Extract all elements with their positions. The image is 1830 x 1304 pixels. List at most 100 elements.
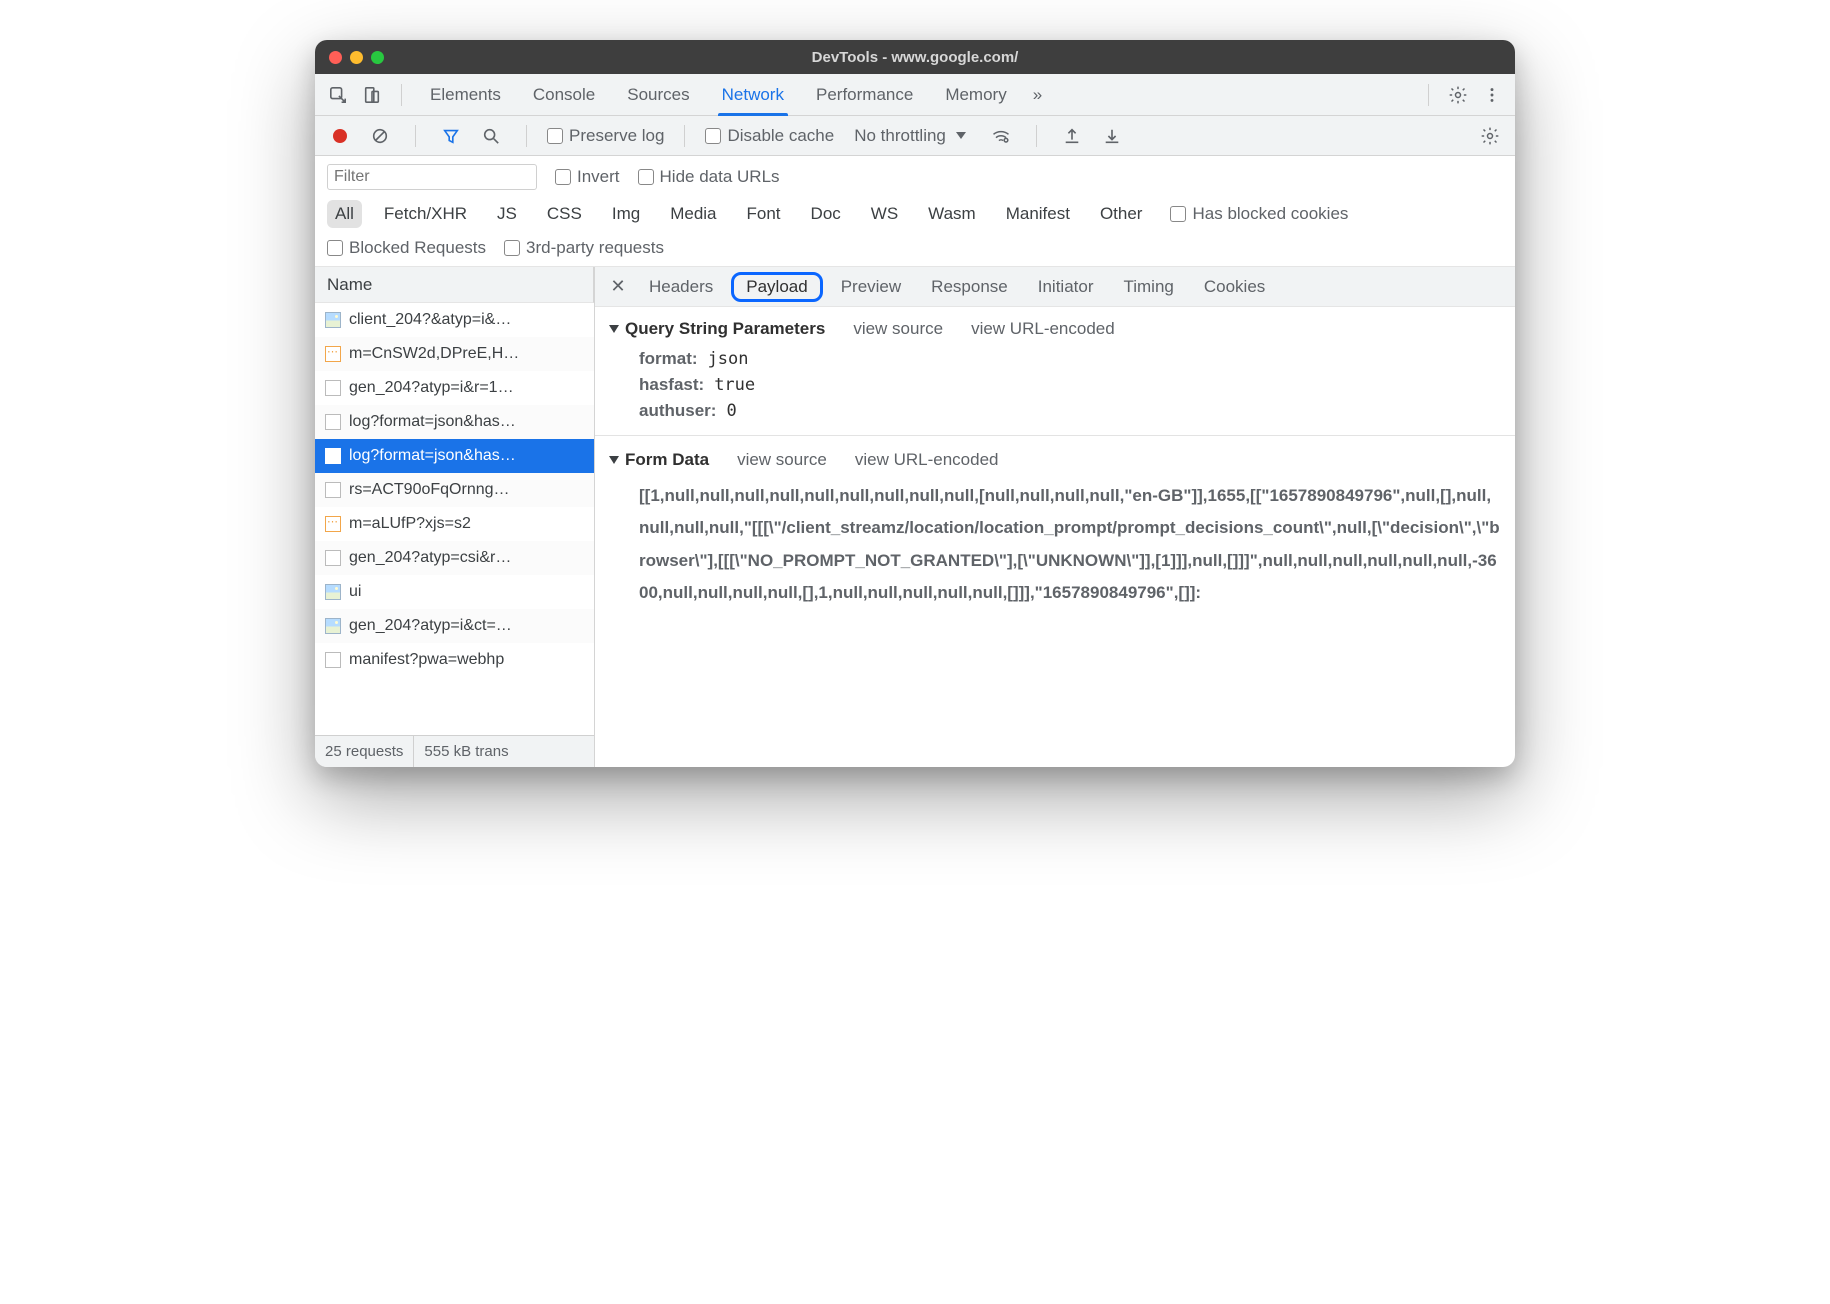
network-toolbar: Preserve log Disable cache No throttling [315,116,1515,156]
request-row[interactable]: m=aLUfP?xjs=s2 [315,507,594,541]
inspect-element-icon[interactable] [323,80,353,110]
detail-tab-timing[interactable]: Timing [1111,272,1185,302]
status-requests: 25 requests [315,736,414,767]
detail-tab-initiator[interactable]: Initiator [1026,272,1106,302]
throttling-label: No throttling [854,126,946,146]
chevron-down-icon [956,132,966,139]
clear-icon[interactable] [365,121,395,151]
panel-tab-performance[interactable]: Performance [802,74,927,116]
panel-tab-network[interactable]: Network [708,74,798,116]
param-key: authuser: [639,401,716,421]
request-row[interactable]: log?format=json&has… [315,405,594,439]
panel-tab-more[interactable]: » [1025,74,1050,116]
request-row[interactable]: manifest?pwa=webhp [315,643,594,677]
view-source-link[interactable]: view source [853,319,943,339]
detail-tab-preview[interactable]: Preview [829,272,913,302]
network-conditions-icon[interactable] [986,121,1016,151]
request-name: gen_204?atyp=i&ct=… [349,617,512,635]
filter-icon[interactable] [436,121,466,151]
separator [1428,84,1429,106]
close-panel-icon[interactable]: ✕ [605,274,631,300]
img-file-icon [325,618,341,634]
search-icon[interactable] [476,121,506,151]
filter-input[interactable] [327,164,537,190]
caret-down-icon [609,325,619,333]
panel-tab-console[interactable]: Console [519,74,609,116]
view-url-encoded-link[interactable]: view URL-encoded [971,319,1115,339]
fullscreen-window-icon[interactable] [371,51,384,64]
devtools-window: DevTools - www.google.com/ Elements Cons… [315,40,1515,767]
type-filter-font[interactable]: Font [739,200,789,228]
form-view-url-encoded-link[interactable]: view URL-encoded [855,450,999,470]
panel-tab-elements[interactable]: Elements [416,74,515,116]
type-filter-wasm[interactable]: Wasm [920,200,984,228]
type-filter-css[interactable]: CSS [539,200,590,228]
third-party-checkbox[interactable]: 3rd-party requests [504,238,664,258]
form-section-title-wrap[interactable]: Form Data [609,450,709,470]
form-data-body: [[1,null,null,null,null,null,null,null,n… [639,480,1501,609]
request-row[interactable]: m=CnSW2d,DPreE,H… [315,337,594,371]
request-row[interactable]: rs=ACT90oFqOrnng… [315,473,594,507]
type-filter-js[interactable]: JS [489,200,525,228]
form-view-source-link[interactable]: view source [737,450,827,470]
detail-tab-headers[interactable]: Headers [637,272,725,302]
blocked-requests-checkbox[interactable]: Blocked Requests [327,238,486,258]
type-filter-media[interactable]: Media [662,200,724,228]
minimize-window-icon[interactable] [350,51,363,64]
request-row[interactable]: ui [315,575,594,609]
query-param: format:json [639,349,1501,369]
type-filter-all[interactable]: All [327,200,362,228]
query-section-title-wrap[interactable]: Query String Parameters [609,319,825,339]
request-row[interactable]: gen_204?atyp=i&r=1… [315,371,594,405]
param-key: hasfast: [639,375,704,395]
record-button[interactable] [325,121,355,151]
request-name: client_204?&atyp=i&… [349,311,511,329]
request-row[interactable]: client_204?&atyp=i&… [315,303,594,337]
param-value: true [714,375,755,395]
panel-settings-gear-icon[interactable] [1475,121,1505,151]
detail-tab-response[interactable]: Response [919,272,1020,302]
param-key: format: [639,349,698,369]
panel-tab-memory[interactable]: Memory [931,74,1020,116]
detail-tab-payload[interactable]: Payload [731,272,822,302]
request-name: m=aLUfP?xjs=s2 [349,515,471,533]
query-section-title: Query String Parameters [625,319,825,339]
detail-tab-cookies[interactable]: Cookies [1192,272,1277,302]
settings-gear-icon[interactable] [1443,80,1473,110]
caret-down-icon [609,456,619,464]
device-toolbar-icon[interactable] [357,80,387,110]
request-row[interactable]: gen_204?atyp=csi&r… [315,541,594,575]
type-filter-img[interactable]: Img [604,200,648,228]
type-filter-ws[interactable]: WS [863,200,906,228]
request-name: gen_204?atyp=csi&r… [349,549,511,567]
invert-checkbox[interactable]: Invert [555,167,620,187]
type-filter-doc[interactable]: Doc [803,200,849,228]
script-file-icon [325,346,341,362]
throttling-select[interactable]: No throttling [844,122,976,150]
doc-file-icon [325,448,341,464]
close-window-icon[interactable] [329,51,342,64]
type-filter-fetch[interactable]: Fetch/XHR [376,200,475,228]
request-name: rs=ACT90oFqOrnng… [349,481,510,499]
hide-data-urls-checkbox[interactable]: Hide data URLs [638,167,780,187]
doc-file-icon [325,414,341,430]
kebab-menu-icon[interactable] [1477,80,1507,110]
request-list: client_204?&atyp=i&… m=CnSW2d,DPreE,H… gen… [315,303,594,735]
request-row[interactable]: gen_204?atyp=i&ct=… [315,609,594,643]
preserve-log-checkbox[interactable]: Preserve log [547,126,664,146]
upload-har-icon[interactable] [1057,121,1087,151]
panel-tab-sources[interactable]: Sources [613,74,703,116]
column-header-name[interactable]: Name [315,267,594,303]
payload-view: Query String Parameters view source view… [595,307,1515,621]
download-har-icon[interactable] [1097,121,1127,151]
disable-cache-checkbox[interactable]: Disable cache [705,126,834,146]
separator [1036,125,1037,147]
request-row[interactable]: log?format=json&has… [315,439,594,473]
query-section-header: Query String Parameters view source view… [609,319,1501,339]
param-value: 0 [726,401,736,421]
type-filter-other[interactable]: Other [1092,200,1151,228]
separator [415,125,416,147]
has-blocked-cookies-checkbox[interactable]: Has blocked cookies [1170,204,1348,224]
type-filter-manifest[interactable]: Manifest [998,200,1078,228]
request-name: gen_204?atyp=i&r=1… [349,379,514,397]
